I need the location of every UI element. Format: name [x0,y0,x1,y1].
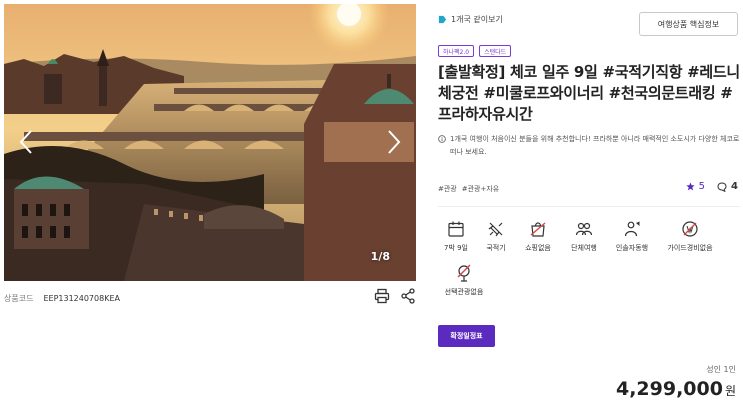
key-info-button[interactable]: 여행상품 핵심정보 [639,12,738,36]
product-code-label: 상품코드 [4,293,34,303]
product-stats: 5 4 [686,181,738,192]
feature-item: 가이드경비없음 [660,220,720,253]
comments[interactable]: 4 [717,181,738,192]
price-label: 성인 1인 [706,365,736,374]
confirmed-itinerary-button[interactable]: 확정일정표 [438,325,495,347]
notice-text: 1개국 여행이 처음이신 분들을 위해 추천합니다! 프라하뿐 아니라 매력적인… [450,135,740,156]
product-notice: 1개국 여행이 처음이신 분들을 위해 추천합니다! 프라하뿐 아니라 매력적인… [438,133,740,159]
feature-item: 선택관광없음 [434,264,494,297]
share-button[interactable] [400,288,416,304]
shopping-bag-icon [530,222,546,237]
hashtag-list: #관광 #관광+자유 [438,184,499,194]
gallery-counter: 1/8 [370,250,390,263]
comment-count: 4 [731,181,738,192]
airplane-icon [488,222,503,237]
group-icon [575,222,593,236]
price-unit: 원 [724,384,736,398]
tag-badge: 하나팩2.0 [438,45,475,57]
info-icon [438,135,446,143]
hashtag[interactable]: #관광 [438,184,457,194]
comment-icon [717,181,727,192]
star-icon [686,182,695,191]
gallery-prev-button[interactable] [12,122,40,162]
prague-bridges-image [4,4,416,281]
rating[interactable]: 5 [686,181,705,192]
gallery-next-button[interactable] [380,122,408,162]
no-guide-fee-icon [682,221,698,237]
product-code-row: 상품코드 EEP131240708KEA [4,288,416,305]
tag-icon [438,15,447,24]
product-code-value: EEP131240708KEA [43,293,120,303]
tag-badge: 스탠다드 [479,45,512,57]
chevron-left-icon [19,130,32,154]
price-value: 4,299,000 [615,378,723,400]
compare-label: 1개국 같이보기 [451,15,503,24]
rating-value: 5 [698,181,706,192]
compare-countries-link[interactable]: 1개국 같이보기 [438,14,503,25]
product-title: [출발확정] 체코 일주 9일 #국적기직항 #레드니체궁전 #미쿨로프와이너리… [438,63,740,123]
guide-person-icon [624,221,640,237]
divider [438,206,740,207]
no-optional-tour-icon [457,264,471,282]
print-icon [374,288,390,304]
chevron-right-icon [388,130,401,154]
product-info-panel: 1개국 같이보기 여행상품 핵심정보 하나팩2.0 스탠다드 [출발확정] 체코… [438,0,740,400]
feature-item: 인솔자동행 [602,220,662,253]
calendar-icon [448,221,464,237]
hashtag[interactable]: #관광+자유 [462,184,500,194]
print-button[interactable] [374,288,390,304]
share-icon [401,288,415,304]
price: 4,299,000 원 [616,378,736,400]
product-tags: 하나팩2.0 스탠다드 [438,45,512,57]
product-actions [374,288,416,304]
product-photo[interactable]: 1/8 [4,4,416,281]
